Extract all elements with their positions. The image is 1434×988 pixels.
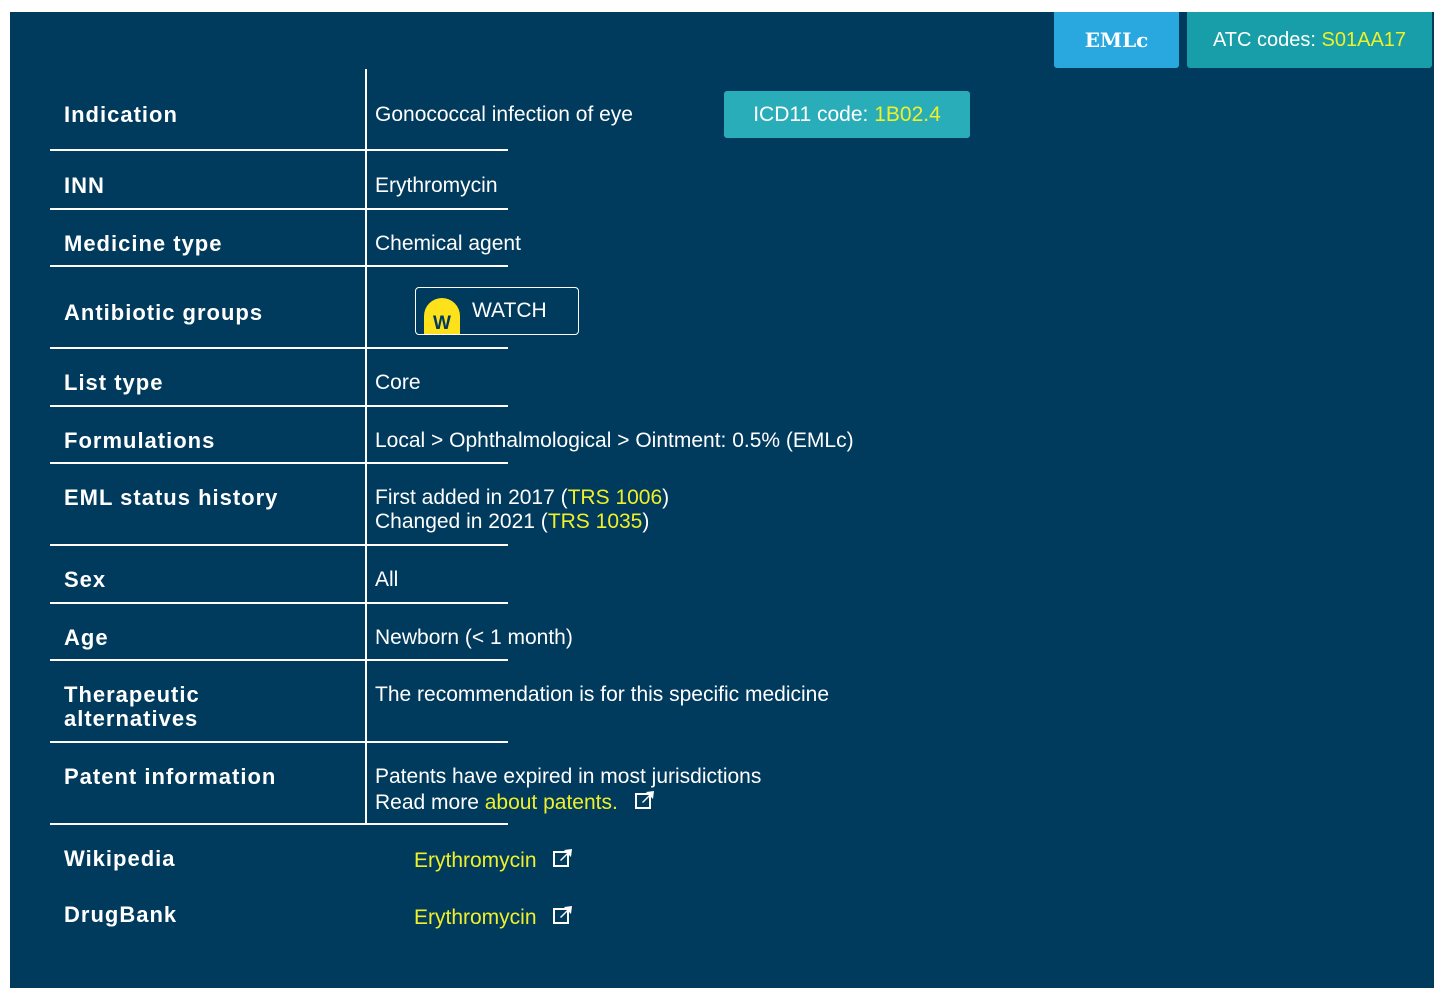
medicine-type-label: Medicine type bbox=[64, 231, 223, 256]
age-label: Age bbox=[64, 625, 109, 650]
medicine-info-panel: EMLc ATC codes: S01AA17 Indication Gonoc… bbox=[10, 12, 1434, 988]
emlc-badge: EMLc bbox=[1054, 12, 1179, 68]
eml-status-line-1-suffix: ) bbox=[662, 486, 670, 509]
drugbank-link-row: Erythromycin bbox=[414, 904, 574, 930]
patent-information-line-2: Read more about patents. bbox=[375, 789, 656, 815]
sex-value: All bbox=[375, 568, 399, 591]
list-type-value: Core bbox=[375, 371, 421, 394]
eml-status-history-label: EML status history bbox=[64, 485, 279, 510]
list-type-label: List type bbox=[64, 370, 164, 395]
eml-status-line-2: Changed in 2021 (TRS 1035) bbox=[375, 510, 649, 534]
atc-codes-badge: ATC codes: S01AA17 bbox=[1187, 12, 1432, 68]
atc-label: ATC codes: bbox=[1212, 28, 1322, 51]
medicine-type-value: Chemical agent bbox=[375, 232, 521, 255]
top-badges: EMLc ATC codes: S01AA17 bbox=[1054, 12, 1432, 68]
patent-information-line-1: Patents have expired in most jurisdictio… bbox=[375, 765, 762, 788]
sex-label: Sex bbox=[64, 567, 107, 592]
therapeutic-alternatives-label-line-1: Therapeutic bbox=[64, 682, 200, 707]
formulations-label: Formulations bbox=[64, 428, 216, 453]
external-link-icon[interactable] bbox=[634, 789, 656, 811]
therapeutic-alternatives-label: Therapeutic alternatives bbox=[64, 683, 200, 731]
eml-status-line-1-prefix: First added in 2017 ( bbox=[375, 486, 568, 509]
trs-1006-link[interactable]: TRS 1006 bbox=[568, 486, 663, 509]
watch-group-badge: W WATCH bbox=[415, 287, 579, 335]
drugbank-label: DrugBank bbox=[64, 902, 178, 927]
formulations-value: Local > Ophthalmological > Ointment: 0.5… bbox=[375, 429, 854, 452]
inn-label: INN bbox=[64, 173, 105, 198]
drugbank-link[interactable]: Erythromycin bbox=[414, 906, 537, 929]
icd11-code-link[interactable]: 1B02.4 bbox=[874, 103, 941, 127]
eml-status-line-2-prefix: Changed in 2021 ( bbox=[375, 510, 548, 533]
patent-read-more-prefix: Read more bbox=[375, 791, 485, 814]
trs-1035-link[interactable]: TRS 1035 bbox=[548, 510, 643, 533]
atc-code-link[interactable]: S01AA17 bbox=[1322, 29, 1407, 52]
wikipedia-link[interactable]: Erythromycin bbox=[414, 849, 537, 872]
row-list-type: List type bbox=[50, 349, 508, 407]
age-value: Newborn (< 1 month) bbox=[375, 626, 573, 649]
external-link-icon[interactable] bbox=[552, 904, 574, 926]
patent-information-label: Patent information bbox=[64, 764, 277, 789]
eml-status-line-1: First added in 2017 (TRS 1006) bbox=[375, 486, 669, 510]
watch-label: WATCH bbox=[472, 299, 547, 322]
indication-label: Indication bbox=[64, 102, 178, 127]
wikipedia-link-row: Erythromycin bbox=[414, 847, 574, 873]
external-link-icon[interactable] bbox=[552, 847, 574, 869]
about-patents-link[interactable]: about patents. bbox=[485, 791, 618, 814]
therapeutic-alternatives-value: The recommendation is for this specific … bbox=[375, 683, 830, 706]
therapeutic-alternatives-label-line-2: alternatives bbox=[64, 706, 199, 731]
inn-value: Erythromycin bbox=[375, 174, 498, 197]
indication-value: Gonococcal infection of eye bbox=[375, 103, 633, 126]
wikipedia-label: Wikipedia bbox=[64, 846, 176, 871]
icd11-code-badge: ICD11 code: 1B02.4 bbox=[724, 91, 970, 138]
row-sex: Sex bbox=[50, 546, 508, 604]
icd11-label: ICD11 code: bbox=[753, 102, 875, 126]
eml-status-line-2-suffix: ) bbox=[642, 510, 650, 533]
watch-icon: W bbox=[424, 298, 460, 334]
antibiotic-groups-label: Antibiotic groups bbox=[64, 300, 264, 325]
